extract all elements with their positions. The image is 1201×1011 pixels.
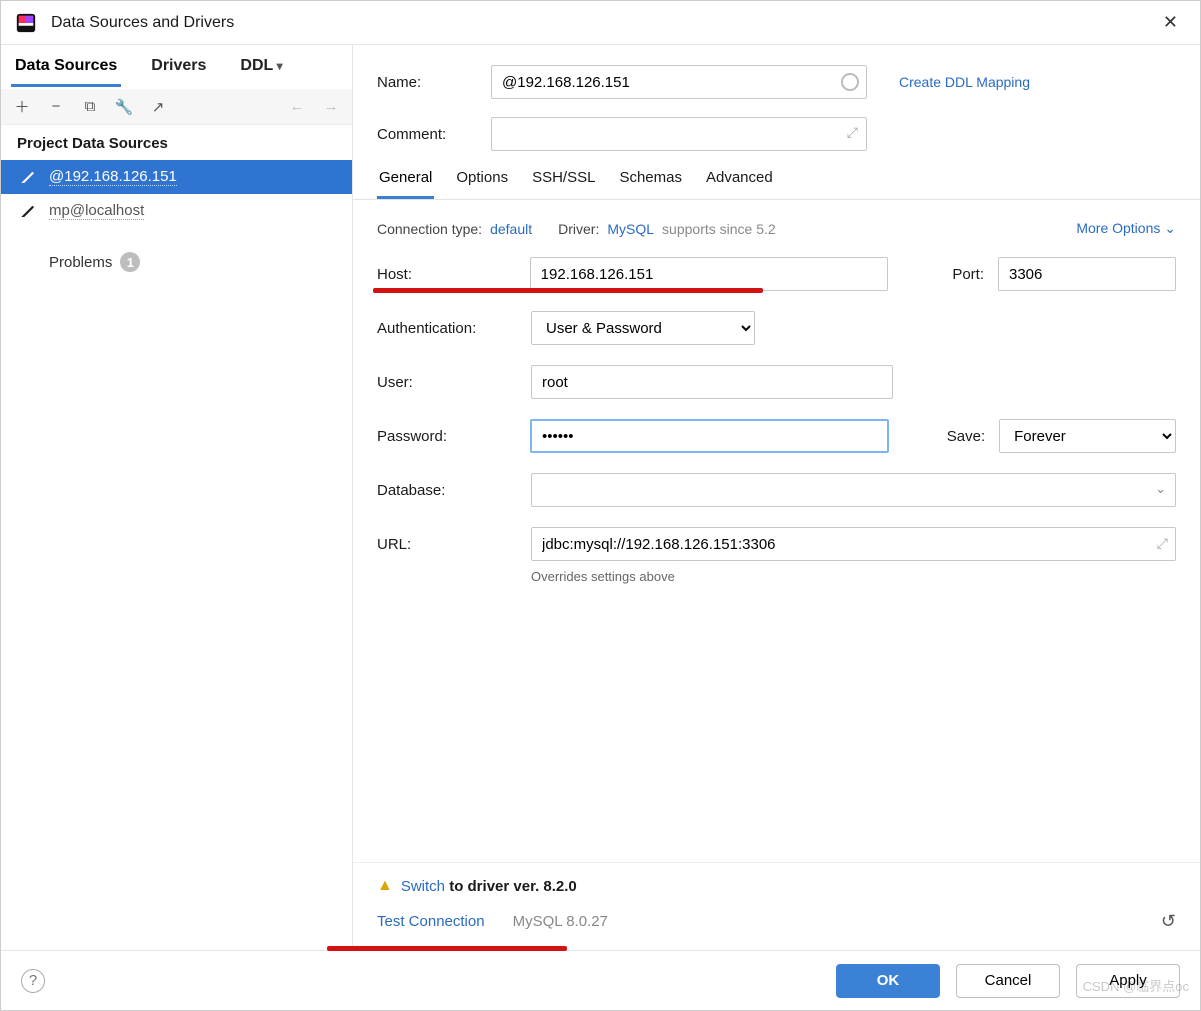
copy-icon[interactable]: ⧉	[81, 98, 99, 116]
window-title: Data Sources and Drivers	[51, 14, 1155, 32]
port-input[interactable]	[998, 257, 1176, 291]
apply-button[interactable]: Apply	[1076, 964, 1180, 998]
annotation-underline	[373, 288, 763, 293]
user-label: User:	[377, 374, 517, 391]
name-label: Name:	[377, 74, 477, 91]
wrench-icon[interactable]: 🔧	[115, 98, 133, 116]
host-label: Host:	[377, 266, 516, 283]
tab-options[interactable]: Options	[454, 169, 510, 199]
password-label: Password:	[377, 428, 516, 445]
data-source-item[interactable]: mp@localhost	[1, 194, 352, 228]
problems-label: Problems	[49, 254, 112, 271]
problems-count-badge: 1	[120, 252, 140, 272]
connection-type-label: Connection type:	[377, 221, 482, 237]
tab-drivers[interactable]: Drivers	[147, 47, 210, 87]
help-icon[interactable]: ?	[21, 969, 45, 993]
test-connection-link[interactable]: Test Connection	[377, 913, 485, 930]
nav-forward-icon: →	[322, 98, 340, 116]
comment-input[interactable]: ⤢	[491, 117, 867, 151]
ok-button[interactable]: OK	[836, 964, 940, 998]
host-input[interactable]	[530, 257, 889, 291]
cancel-button[interactable]: Cancel	[956, 964, 1060, 998]
data-source-label: @192.168.126.151	[49, 168, 177, 186]
database-label: Database:	[377, 482, 517, 499]
annotation-underline	[327, 946, 567, 951]
app-icon	[15, 12, 37, 34]
database-input[interactable]	[531, 473, 1176, 507]
overrides-note: Overrides settings above	[531, 569, 1176, 584]
url-input[interactable]	[531, 527, 1176, 561]
port-label: Port:	[936, 266, 984, 283]
chevron-down-icon: ⌄	[1164, 220, 1176, 236]
data-source-item[interactable]: @192.168.126.151	[1, 160, 352, 194]
revert-icon[interactable]: ↺	[1161, 911, 1176, 932]
more-options-link[interactable]: More Options ⌄	[1076, 220, 1176, 237]
save-select[interactable]: Forever	[999, 419, 1176, 453]
switch-driver-link[interactable]: Switch	[401, 878, 445, 895]
expand-icon[interactable]: ⤢	[847, 124, 858, 141]
create-ddl-mapping-link[interactable]: Create DDL Mapping	[899, 74, 1030, 90]
authentication-select[interactable]: User & Password	[531, 311, 755, 345]
warning-icon: ▲	[377, 877, 393, 895]
data-source-label: mp@localhost	[49, 202, 144, 220]
export-icon[interactable]: ↗	[149, 98, 167, 116]
tab-schemas[interactable]: Schemas	[617, 169, 684, 199]
datasource-icon	[19, 202, 37, 220]
driver-supports: supports since 5.2	[662, 221, 776, 237]
tab-advanced[interactable]: Advanced	[704, 169, 775, 199]
url-label: URL:	[377, 536, 517, 553]
name-input[interactable]	[491, 65, 867, 99]
user-input[interactable]	[531, 365, 893, 399]
tab-data-sources[interactable]: Data Sources	[11, 47, 121, 87]
driver-version: MySQL 8.0.27	[513, 913, 608, 930]
tab-ddl[interactable]: DDL	[236, 47, 286, 87]
nav-back-icon: ←	[288, 98, 306, 116]
save-label: Save:	[937, 428, 985, 445]
section-header: Project Data Sources	[1, 125, 352, 160]
problems-item[interactable]: Problems 1	[1, 228, 352, 272]
comment-label: Comment:	[377, 126, 477, 143]
close-icon[interactable]: ✕	[1155, 8, 1186, 37]
driver-label: Driver:	[558, 221, 599, 237]
switch-driver-text: to driver ver. 8.2.0	[445, 878, 577, 895]
remove-icon[interactable]: −	[47, 98, 65, 116]
color-picker-icon[interactable]	[841, 73, 859, 91]
add-icon[interactable]: ＋	[13, 98, 31, 116]
tab-ssh-ssl[interactable]: SSH/SSL	[530, 169, 597, 199]
password-input[interactable]	[530, 419, 890, 453]
datasource-icon	[19, 168, 37, 186]
connection-type-link[interactable]: default	[490, 221, 532, 237]
auth-label: Authentication:	[377, 320, 517, 337]
tab-general[interactable]: General	[377, 169, 434, 199]
expand-icon[interactable]: ⤢	[1157, 535, 1168, 552]
driver-link[interactable]: MySQL	[607, 221, 654, 237]
chevron-down-icon[interactable]: ⌄	[1155, 481, 1166, 497]
